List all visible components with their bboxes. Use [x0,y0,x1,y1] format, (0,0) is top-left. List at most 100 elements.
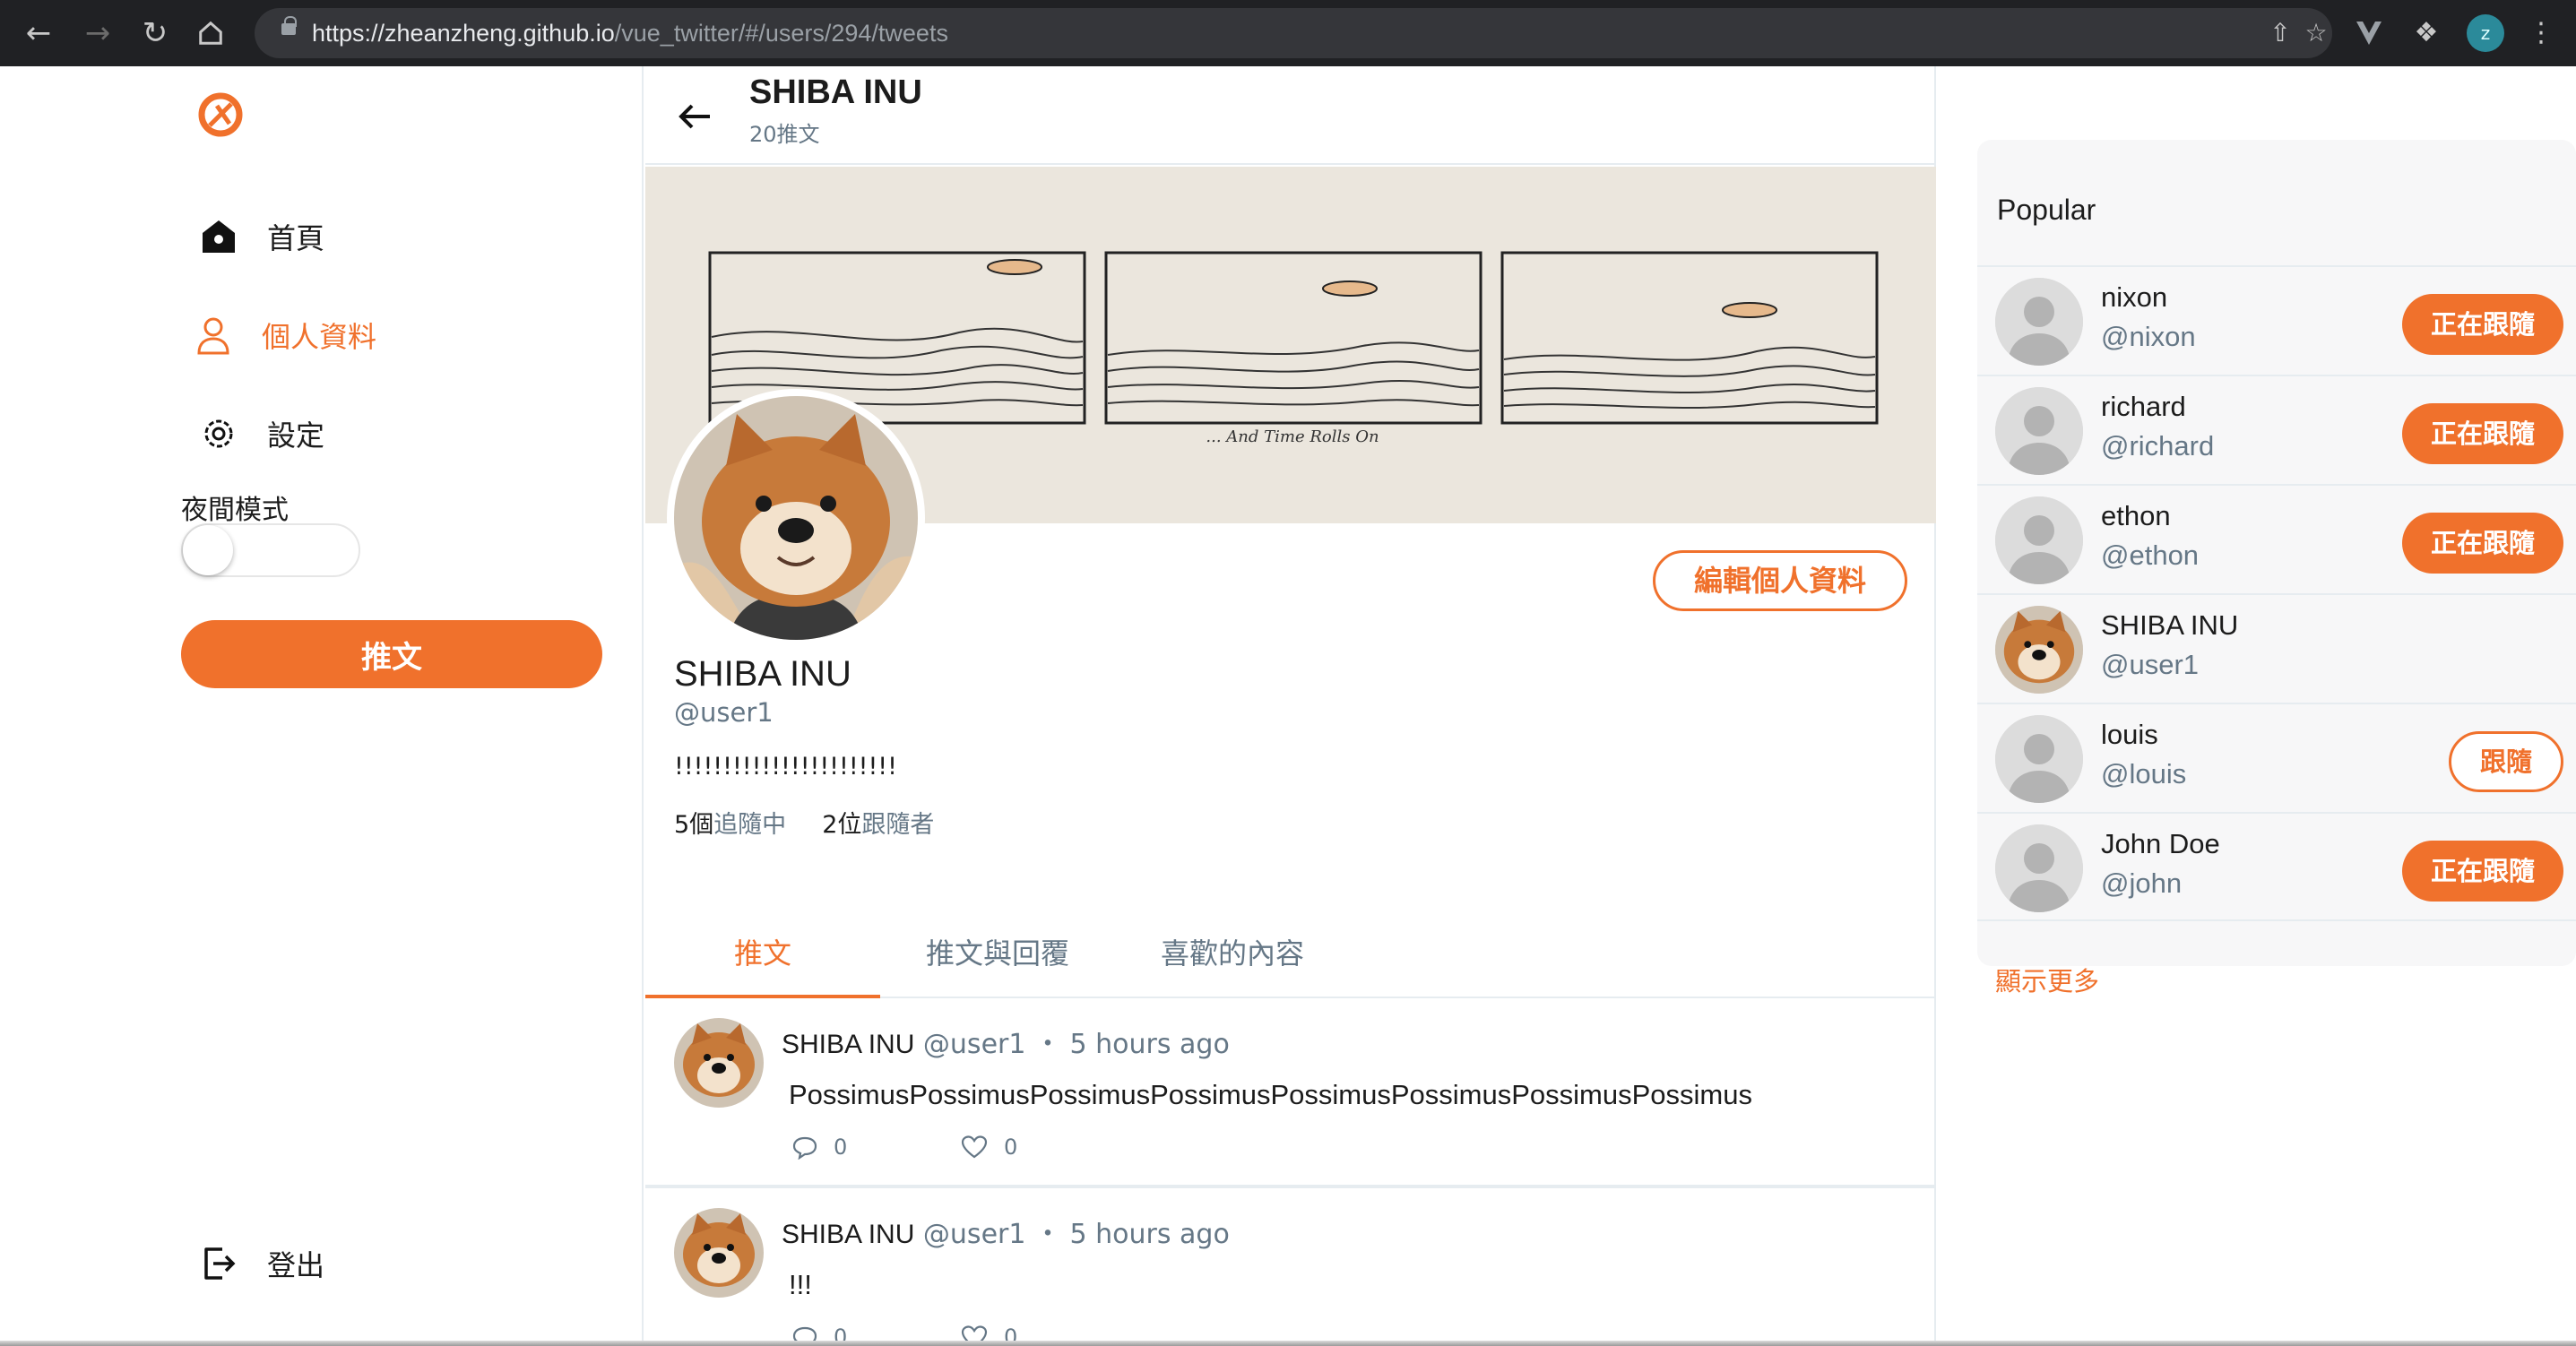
tweet-button[interactable]: 推文 [181,620,602,688]
following-button[interactable]: 正在跟隨 [2402,513,2563,574]
lock-icon [281,16,297,35]
tab-likes[interactable]: 喜歡的內容 [1115,918,1350,998]
browser-menu-icon[interactable]: ⋮ [2520,13,2562,54]
tweet-meta: @user1 ・ 5 hours ago [922,1219,1230,1250]
default-avatar-icon[interactable] [1995,387,2083,475]
sidebar-item-settings[interactable]: 設定 [195,407,324,461]
popular-user-item[interactable]: John Doe @john 正在跟隨 [1977,812,2576,921]
sidebar: 首頁 個人資料 設定 夜間模式 推文 登出 [0,66,644,1346]
profile-avatar[interactable] [667,389,925,647]
popular-user-item[interactable]: ethon @ethon 正在跟隨 [1977,484,2576,593]
logout-button[interactable]: 登出 [195,1237,324,1290]
browser-profile-avatar[interactable]: z [2467,14,2504,52]
popular-user-handle: @john [2101,867,2183,899]
tweet-text: !!! [789,1269,812,1300]
popular-user-name[interactable]: richard [2101,391,2186,423]
popular-user-item[interactable]: louis @louis 跟隨 [1977,703,2576,812]
follow-button[interactable]: 跟隨 [2449,731,2563,792]
profile-tabs: 推文 推文與回覆 喜歡的內容 [645,918,1936,998]
forward-arrow-icon[interactable]: → [77,13,118,54]
popular-user-handle: @ethon [2101,539,2200,571]
sidebar-item-label: 個人資料 [262,320,377,354]
right-column: Popular nixon @nixon 正在跟隨 richard @richa… [1977,66,2576,1346]
profile-header-bar: SHIBA INU 20推文 [645,66,1936,165]
reload-icon[interactable]: ↻ [134,13,176,54]
tweet-meta: @user1 ・ 5 hours ago [922,1029,1230,1060]
follow-stats: 5個追隨中 2位跟隨者 [674,805,934,840]
edit-profile-button[interactable]: 編輯個人資料 [1653,550,1907,611]
following-count: 5個 [674,811,714,839]
tab-tweets[interactable]: 推文 [645,918,880,998]
popular-user-name[interactable]: louis [2101,719,2158,751]
logout-label: 登出 [267,1248,325,1282]
url-text[interactable]: https://zheanzheng.github.io/vue_twitter… [312,8,948,58]
default-avatar-icon[interactable] [1995,824,2083,912]
popular-user-handle: @richard [2101,430,2215,462]
tweet-text: PossimusPossimusPossimusPossimusPossimus… [789,1079,1752,1110]
popular-user-handle: @user1 [2101,649,2200,680]
heart-icon [961,1135,988,1159]
app-logo-icon[interactable] [197,91,244,138]
tweet-author-name[interactable]: SHIBA INU [782,1030,914,1059]
reply-icon [792,1136,817,1160]
window-bottom-edge [0,1341,2576,1346]
popular-panel: Popular nixon @nixon 正在跟隨 richard @richa… [1977,140,2576,997]
followers-count: 2位 [822,811,862,839]
header-tweet-count: 20推文 [749,122,820,147]
following-button[interactable]: 正在跟隨 [2402,403,2563,464]
popular-user-handle: @nixon [2101,321,2196,352]
show-more-link[interactable]: 顯示更多 [1995,961,2099,998]
bookmark-star-icon[interactable]: ☆ [2298,15,2334,51]
popular-user-name[interactable]: nixon [2101,281,2167,314]
popular-user-name[interactable]: ethon [2101,500,2171,532]
tab-tweets-replies[interactable]: 推文與回覆 [880,918,1115,998]
home-icon [195,213,242,260]
logout-icon [195,1240,242,1287]
sidebar-item-profile[interactable]: 個人資料 [190,308,376,362]
header-user-name: SHIBA INU [749,73,922,111]
tweet-header: SHIBA INU @user1 ・ 5 hours ago [782,1212,1230,1251]
following-button[interactable]: 正在跟隨 [2402,841,2563,902]
tweet-header: SHIBA INU @user1 ・ 5 hours ago [782,1022,1230,1061]
default-avatar-icon[interactable] [1995,496,2083,584]
following-button[interactable]: 正在跟隨 [2402,294,2563,355]
tweet-avatar[interactable] [674,1018,764,1108]
url-host: https://zheanzheng.github.io [312,20,615,47]
followers-link[interactable]: 跟隨者 [861,811,934,839]
url-path: /vue_twitter/#/users/294/tweets [614,20,948,47]
tweet-item[interactable]: SHIBA INU @user1 ・ 5 hours ago !!! 0 0 [645,1190,1936,1346]
sidebar-item-label: 設定 [267,418,325,453]
extensions-puzzle-icon[interactable]: ❖ [2406,13,2447,54]
browser-toolbar: ← → ↻ https://zheanzheng.github.io/vue_t… [0,0,2576,66]
default-avatar-icon[interactable] [1995,715,2083,803]
popular-user-name[interactable]: SHIBA INU [2101,609,2238,642]
back-arrow-icon[interactable]: ← [18,13,59,54]
toggle-knob [183,525,233,575]
following-link[interactable]: 追隨中 [713,811,786,839]
sidebar-item-home[interactable]: 首頁 [195,210,324,263]
share-icon[interactable]: ⇧ [2262,15,2298,51]
reply-button[interactable]: 0 [792,1135,847,1160]
popular-user-handle: @louis [2101,758,2187,789]
main-column: SHIBA INU 20推文 ... And Time Rolls On 編輯個… [645,66,1936,1346]
address-bar[interactable]: https://zheanzheng.github.io/vue_twitter… [255,8,2332,58]
user-icon [190,312,237,358]
vue-devtools-icon[interactable] [2348,13,2390,54]
user-avatar[interactable] [1995,606,2083,694]
tweet-item[interactable]: SHIBA INU @user1 ・ 5 hours ago PossimusP… [645,1000,1936,1188]
tweet-avatar[interactable] [674,1208,764,1298]
home-browser-icon[interactable] [190,13,231,54]
popular-user-item[interactable]: nixon @nixon 正在跟隨 [1977,265,2576,375]
popular-user-name[interactable]: John Doe [2101,828,2220,860]
gear-icon [195,410,242,457]
like-count: 0 [1004,1135,1018,1160]
like-button[interactable]: 0 [961,1135,1017,1160]
night-mode-toggle[interactable] [181,523,360,577]
popular-user-item[interactable]: richard @richard 正在跟隨 [1977,375,2576,484]
tweet-author-name[interactable]: SHIBA INU [782,1220,914,1249]
profile-name: SHIBA INU [674,654,851,694]
default-avatar-icon[interactable] [1995,278,2083,366]
cover-caption: ... And Time Rolls On [1206,427,1379,446]
popular-user-item[interactable]: SHIBA INU @user1 [1977,593,2576,703]
back-arrow-icon[interactable] [670,91,721,142]
